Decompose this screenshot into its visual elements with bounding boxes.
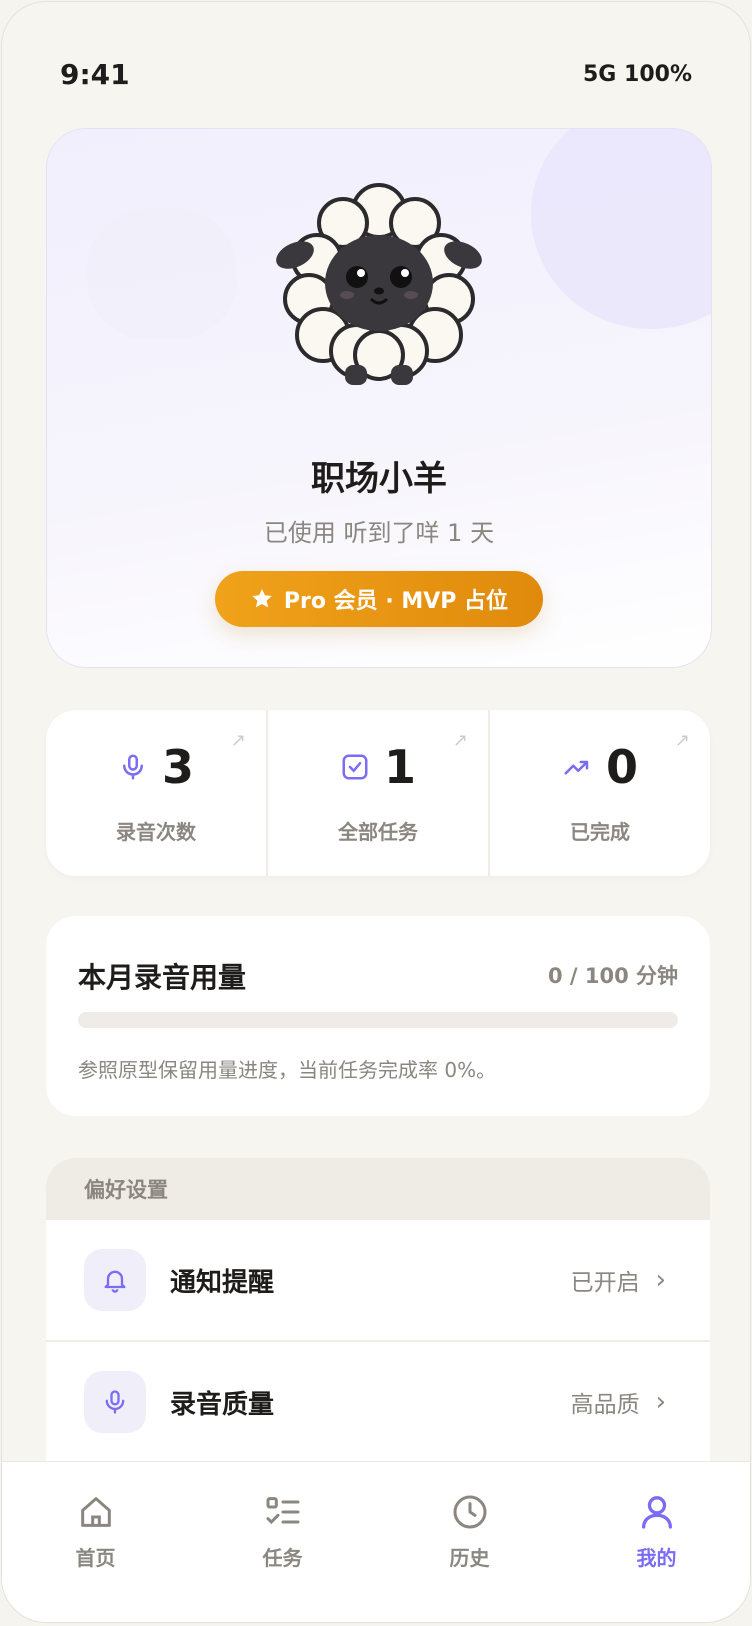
checkbox-icon <box>342 754 368 780</box>
decor-sheep-ghost <box>87 209 237 339</box>
user-icon <box>641 1496 672 1529</box>
decor-circle <box>531 129 711 329</box>
clock-icon <box>453 1495 486 1529</box>
arrow-up-right-icon: ↗ <box>674 730 690 751</box>
tab-tasks[interactable]: 任务 <box>189 1462 376 1622</box>
pref-label: 通知提醒 <box>170 1267 275 1298</box>
stats-card: ↗ 3 录音次数 ↗ 1 全部任务 ↗ 0 已完成 <box>46 710 710 876</box>
usage-amount: 0 / 100 分钟 <box>547 964 678 988</box>
preferences-header: 偏好设置 <box>46 1158 710 1220</box>
status-network: 5G 100% <box>583 62 692 87</box>
pref-icon-box <box>84 1371 146 1433</box>
pro-member-badge[interactable]: Pro 会员 · MVP 占位 <box>215 571 543 627</box>
stat-completed[interactable]: ↗ 0 已完成 <box>488 710 710 876</box>
tasks-icon <box>266 1497 299 1525</box>
stat-value: 1 <box>383 740 416 794</box>
arrow-up-right-icon: ↗ <box>230 730 246 751</box>
status-bar: 9:41 5G 100% <box>60 58 692 91</box>
chevron-right-icon: › <box>655 1387 666 1417</box>
stat-value: 0 <box>605 740 638 794</box>
tab-mine[interactable]: 我的 <box>563 1462 750 1622</box>
tab-label: 我的 <box>636 1546 677 1570</box>
preferences-card: 偏好设置 通知提醒 已开启 › 录音质量 高品质 › <box>46 1158 710 1498</box>
stat-label: 录音次数 <box>116 820 196 844</box>
pro-member-label: Pro 会员 · MVP 占位 <box>283 589 509 614</box>
usage-title: 本月录音用量 <box>78 961 247 994</box>
usage-note: 参照原型保留用量进度，当前任务完成率 0%。 <box>78 1058 497 1082</box>
arrow-up-right-icon: ↗ <box>452 730 468 751</box>
status-time: 9:41 <box>60 58 130 91</box>
tab-home[interactable]: 首页 <box>2 1462 189 1622</box>
pref-value: 已开启 <box>570 1270 640 1296</box>
pref-icon-box <box>84 1249 146 1311</box>
tab-history[interactable]: 历史 <box>376 1462 563 1622</box>
chevron-right-icon: › <box>655 1265 666 1295</box>
home-icon <box>80 1497 111 1527</box>
tab-label: 任务 <box>262 1546 303 1570</box>
usage-progress-bar <box>78 1012 678 1028</box>
stat-value: 3 <box>161 740 194 794</box>
phone-screen: 9:41 5G 100% 职场小羊 已使用 听到了咩 1 天 Pro 会员 · … <box>2 2 750 1622</box>
pref-value: 高品质 <box>570 1392 640 1418</box>
pref-label: 录音质量 <box>170 1389 275 1420</box>
stat-recordings[interactable]: ↗ 3 录音次数 <box>46 710 266 876</box>
star-icon <box>252 589 272 608</box>
pref-row-recording-quality[interactable]: 录音质量 高品质 › <box>46 1342 710 1464</box>
bell-icon <box>104 1270 126 1293</box>
stat-tasks[interactable]: ↗ 1 全部任务 <box>266 710 488 876</box>
stat-label: 已完成 <box>570 820 630 844</box>
profile-name: 职场小羊 <box>311 459 447 499</box>
sheep-avatar[interactable] <box>273 179 485 391</box>
bottom-tab-bar: 首页 任务 历史 我的 <box>2 1461 750 1622</box>
monthly-usage-card: 本月录音用量 0 / 100 分钟 参照原型保留用量进度，当前任务完成率 0%。 <box>46 916 710 1116</box>
profile-usage-days: 已使用 听到了咩 1 天 <box>263 519 495 547</box>
stat-label: 全部任务 <box>338 820 418 844</box>
tab-label: 历史 <box>449 1546 490 1570</box>
tab-label: 首页 <box>75 1546 116 1570</box>
mic-icon <box>122 754 143 780</box>
trend-up-icon <box>564 760 589 775</box>
pref-row-notifications[interactable]: 通知提醒 已开启 › <box>46 1220 710 1342</box>
profile-card: 职场小羊 已使用 听到了咩 1 天 Pro 会员 · MVP 占位 <box>46 128 712 668</box>
mic-icon <box>105 1390 125 1414</box>
